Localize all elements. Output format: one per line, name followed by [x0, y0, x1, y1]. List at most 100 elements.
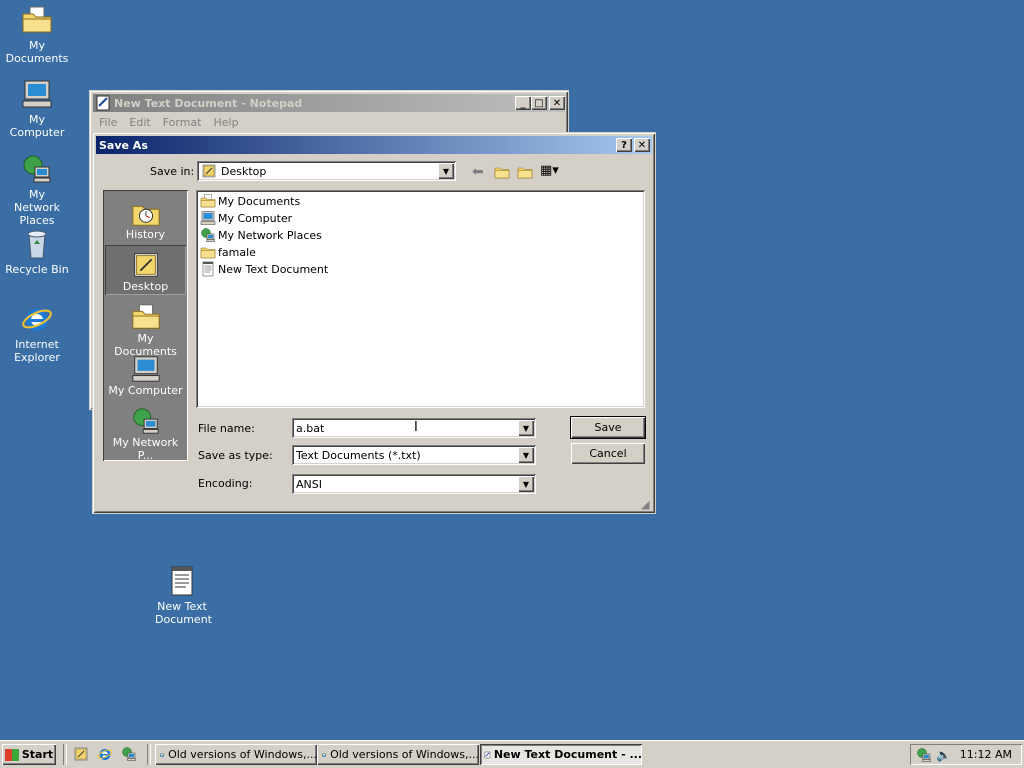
minimize-button[interactable]: _ — [515, 96, 531, 110]
chevron-down-icon[interactable]: ▼ — [518, 447, 534, 463]
my-computer-icon — [130, 354, 162, 384]
network-places-icon — [200, 227, 216, 243]
clock[interactable]: 11:12 AM — [960, 748, 1012, 761]
my-documents-icon — [200, 193, 216, 209]
notepad-icon — [95, 95, 111, 111]
desktop-icon-internet-explorer[interactable]: Internet Explorer — [0, 303, 74, 364]
history-icon — [130, 198, 162, 228]
windows-logo-icon — [4, 748, 19, 761]
list-item[interactable]: My Network Places — [200, 227, 322, 243]
chevron-down-icon[interactable]: ▼ — [438, 163, 454, 179]
places-bar: History Desktop My Documents My Computer… — [103, 190, 188, 462]
menu-file[interactable]: File — [93, 116, 123, 129]
save-in-label: Save in: — [150, 165, 195, 178]
start-label: Start — [21, 748, 54, 761]
place-label: Desktop — [122, 280, 169, 293]
desktop-icon-new-text-document[interactable]: New Text Document — [145, 565, 219, 626]
file-name: My Network Places — [218, 228, 322, 242]
desktop-icon-label: Internet Explorer — [14, 338, 60, 364]
place-my-network-places[interactable]: My Network P... — [105, 401, 186, 462]
up-folder-icon[interactable] — [494, 164, 510, 180]
text-document-icon — [166, 565, 198, 597]
taskbar-button-ie-2[interactable]: Old versions of Windows,... — [317, 744, 479, 765]
text-cursor-icon: I — [414, 420, 418, 435]
place-my-computer[interactable]: My Computer — [105, 349, 186, 399]
list-item[interactable]: famale — [200, 244, 256, 260]
close-button[interactable]: ✕ — [634, 138, 650, 152]
help-button[interactable]: ? — [616, 138, 632, 152]
file-list[interactable]: My Documents My Computer My Network Plac… — [196, 190, 645, 408]
close-button[interactable]: ✕ — [549, 96, 565, 110]
network-places-icon — [21, 153, 53, 185]
start-button[interactable]: Start — [2, 744, 56, 765]
list-item[interactable]: New Text Document — [200, 261, 328, 277]
recycle-bin-icon — [21, 228, 53, 260]
outlook-express-icon[interactable] — [121, 746, 137, 762]
desktop-icon-my-documents[interactable]: My Documents — [0, 4, 74, 65]
file-name-field[interactable]: a.bat I ▼ — [292, 418, 536, 438]
my-computer-icon — [21, 78, 53, 110]
new-folder-icon[interactable] — [517, 164, 533, 180]
place-label: My Computer — [108, 384, 183, 397]
desktop-icon — [130, 250, 162, 280]
list-item[interactable]: My Documents — [200, 193, 300, 209]
resize-grip-icon[interactable]: ◢ — [641, 498, 649, 511]
my-documents-icon — [21, 4, 53, 36]
show-desktop-icon[interactable] — [73, 746, 89, 762]
notepad-icon — [484, 747, 491, 763]
menu-edit[interactable]: Edit — [123, 116, 156, 129]
network-places-icon — [130, 406, 162, 436]
internet-explorer-icon — [321, 747, 327, 763]
volume-icon[interactable]: 🔈 — [936, 748, 951, 762]
taskbar-button-notepad[interactable]: New Text Document - ... — [480, 744, 642, 765]
internet-explorer-icon — [21, 303, 53, 335]
encoding-dropdown[interactable]: ANSI ▼ — [292, 474, 536, 494]
views-menu-icon[interactable]: ▦▾ — [540, 163, 559, 178]
list-item[interactable]: My Computer — [200, 210, 292, 226]
taskbar-button-ie-1[interactable]: Old versions of Windows,... — [155, 744, 317, 765]
file-name: famale — [218, 245, 256, 259]
desktop-icon-my-computer[interactable]: My Computer — [0, 78, 74, 139]
notepad-title: New Text Document - Notepad — [114, 96, 303, 110]
menu-format[interactable]: Format — [157, 116, 208, 129]
desktop-icon-label: My Computer — [9, 113, 65, 139]
my-computer-icon — [200, 210, 216, 226]
save-as-titlebar[interactable]: Save As ? ✕ — [96, 136, 652, 154]
network-tray-icon[interactable] — [916, 747, 932, 763]
chevron-down-icon[interactable]: ▼ — [518, 476, 534, 492]
taskbar-separator — [63, 744, 67, 765]
file-name: My Computer — [218, 211, 293, 225]
back-arrow-icon[interactable]: ⬅ — [472, 164, 484, 180]
desktop-icon-recycle-bin[interactable]: Recycle Bin — [0, 228, 74, 276]
desktop-icon-label: My Network Places — [14, 188, 60, 227]
desktop-icon-my-network-places[interactable]: My Network Places — [0, 153, 74, 227]
save-in-dropdown[interactable]: Desktop ▼ — [197, 161, 456, 181]
task-label: Old versions of Windows,... — [168, 748, 317, 761]
save-as-type-dropdown[interactable]: Text Documents (*.txt) ▼ — [292, 445, 536, 465]
taskbar: Start Old versions of Windows,... Old ve… — [0, 740, 1024, 768]
place-my-documents[interactable]: My Documents — [105, 297, 186, 358]
save-as-title: Save As — [99, 138, 148, 152]
menu-help[interactable]: Help — [208, 116, 245, 129]
encoding-label: Encoding: — [198, 477, 253, 490]
task-label: Old versions of Windows,... — [330, 748, 479, 761]
notepad-menubar: File Edit Format Help — [93, 113, 245, 131]
chevron-down-icon[interactable]: ▼ — [518, 420, 534, 436]
encoding-value: ANSI — [296, 477, 322, 491]
cancel-button[interactable]: Cancel — [571, 443, 645, 464]
text-document-icon — [200, 261, 216, 277]
desktop-icon-label: Recycle Bin — [5, 263, 69, 276]
file-name: My Documents — [218, 194, 301, 208]
maximize-button[interactable]: □ — [531, 96, 547, 110]
save-button[interactable]: Save — [570, 416, 646, 439]
file-name: New Text Document — [218, 262, 329, 276]
file-name-value: a.bat — [296, 421, 325, 435]
my-documents-icon — [130, 302, 162, 332]
notepad-titlebar[interactable]: New Text Document - Notepad _ □ ✕ — [93, 94, 565, 112]
place-history[interactable]: History — [105, 193, 186, 243]
folder-icon — [200, 244, 216, 260]
save-as-type-value: Text Documents (*.txt) — [296, 448, 421, 462]
internet-explorer-icon[interactable] — [97, 746, 113, 762]
system-tray: 🔈 11:12 AM — [910, 744, 1022, 765]
place-desktop[interactable]: Desktop — [105, 245, 186, 295]
